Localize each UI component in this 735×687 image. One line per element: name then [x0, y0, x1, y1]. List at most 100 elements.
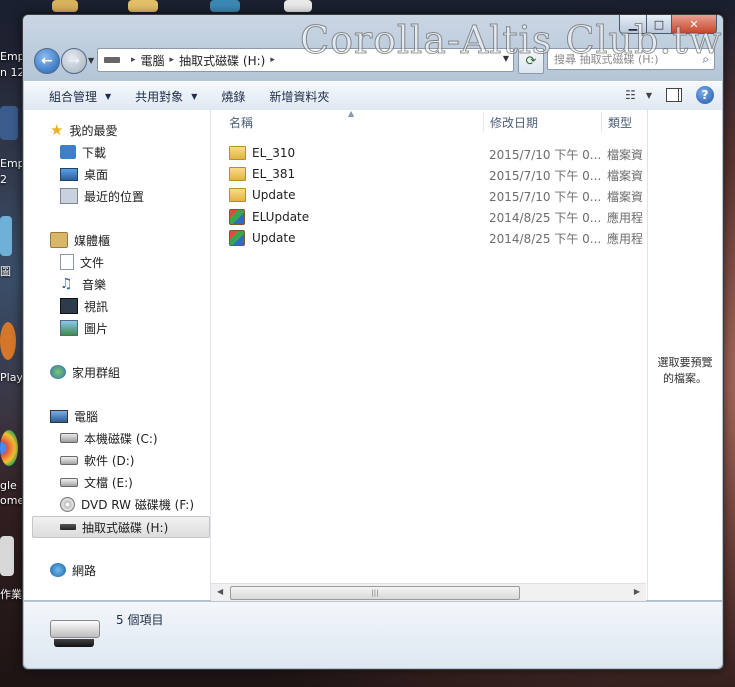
file-list: 名稱 ▲ 修改日期 類型 EL_310 2015/7/10 下午 0... 檔案… [211, 109, 646, 600]
close-button[interactable]: ✕ [672, 15, 717, 34]
desktop-label: 圖 [0, 265, 11, 278]
column-label: 名稱 [229, 115, 254, 130]
column-header-type[interactable]: 類型 [602, 110, 646, 134]
nav-network[interactable]: 網路 [50, 560, 96, 580]
desktop-icon[interactable] [0, 536, 14, 576]
dvd-drive-icon [60, 496, 75, 512]
toolbar-right: ☷ ▼ ? [625, 86, 714, 104]
desktop-icon[interactable] [0, 322, 16, 360]
desktop-icon[interactable] [128, 0, 158, 12]
nav-drive-e[interactable]: 文檔 (E:) [60, 472, 133, 492]
file-type: 檔案資 [607, 169, 644, 183]
nav-recent[interactable]: 最近的位置 [60, 186, 144, 206]
file-row[interactable]: EL_381 2015/7/10 下午 0... 檔案資 [211, 164, 646, 185]
file-row[interactable]: ELUpdate 2014/8/25 下午 0... 應用程 [211, 206, 646, 227]
chrome-icon[interactable] [0, 430, 18, 466]
file-date: 2015/7/10 下午 0... [489, 148, 602, 162]
chevron-down-icon: ▼ [645, 90, 652, 100]
scroll-left-icon[interactable]: ◀ [217, 587, 223, 596]
desktop-icon[interactable] [0, 106, 18, 140]
organize-menu[interactable]: 組合管理 ▼ [24, 82, 123, 110]
file-row[interactable]: Update 2014/8/25 下午 0... 應用程 [211, 227, 646, 248]
file-name: EL_381 [252, 167, 296, 181]
chevron-right-icon[interactable]: ▸ [170, 55, 175, 65]
file-name-cell: EL_310 [229, 146, 295, 160]
change-view-button[interactable]: ☷ ▼ [625, 88, 652, 102]
file-name-cell: Update [229, 230, 295, 246]
folder-icon [229, 167, 246, 181]
file-date: 2014/8/25 下午 0... [489, 232, 602, 246]
nav-desktop[interactable]: 桌面 [60, 164, 108, 184]
scrollbar-thumb[interactable]: ||| [230, 586, 520, 600]
nav-label: 文檔 (E:) [84, 475, 133, 490]
desktop-icon[interactable] [284, 0, 312, 12]
breadcrumb-computer[interactable]: 電腦 [141, 52, 165, 69]
nav-homegroup[interactable]: 家用群組 [50, 362, 120, 382]
nav-label: 電腦 [74, 409, 99, 424]
application-icon [229, 209, 245, 225]
desktop-icon[interactable] [210, 0, 240, 12]
preview-pane-toggle[interactable] [666, 88, 682, 102]
star-icon: ★ [50, 121, 64, 139]
breadcrumb-removable-drive[interactable]: 抽取式磁碟 (H:) [179, 52, 265, 69]
help-button[interactable]: ? [696, 86, 714, 104]
application-icon [229, 230, 245, 246]
desktop-icon [60, 167, 78, 181]
file-row[interactable]: EL_310 2015/7/10 下午 0... 檔案資 [211, 143, 646, 164]
navigation-bar: ← → ▼ ▸ 電腦 ▸ 抽取式磁碟 (H:) ▸ ▼ ⟳ 搜尋 抽取式磁碟 (… [31, 46, 715, 74]
search-input[interactable]: 搜尋 抽取式磁碟 (H:) ⌕ [547, 48, 715, 70]
address-bar[interactable]: ▸ 電腦 ▸ 抽取式磁碟 (H:) ▸ ▼ [97, 48, 514, 72]
hard-drive-icon [60, 455, 78, 465]
chevron-right-icon[interactable]: ▸ [131, 55, 136, 65]
chevron-down-icon: ▼ [105, 91, 112, 101]
share-menu[interactable]: 共用對象 ▼ [123, 82, 209, 110]
minimize-button[interactable]: ▁ [619, 15, 647, 34]
nav-label: 下載 [82, 145, 107, 160]
column-header-date[interactable]: 修改日期 [484, 110, 601, 134]
address-dropdown-icon[interactable]: ▼ [503, 54, 509, 63]
explorer-window: ▁ □ ✕ ← → ▼ ▸ 電腦 ▸ 抽取式磁碟 (H:) ▸ ▼ ⟳ 搜尋 抽… [22, 14, 724, 670]
desktop-label: ome [0, 494, 25, 507]
column-label: 類型 [608, 115, 633, 130]
nav-drive-d[interactable]: 軟件 (D:) [60, 450, 134, 470]
horizontal-scrollbar[interactable]: ◀ ||| ▶ [211, 583, 646, 601]
search-icon[interactable]: ⌕ [702, 52, 709, 67]
nav-videos[interactable]: 視訊 [60, 296, 108, 316]
file-name: ELUpdate [252, 210, 310, 224]
new-folder-button[interactable]: 新增資料夾 [257, 82, 341, 110]
back-button[interactable]: ← [34, 48, 60, 74]
scroll-right-icon[interactable]: ▶ [634, 587, 640, 596]
nav-drive-f[interactable]: DVD RW 磁碟機 (F:) [60, 494, 194, 514]
file-date: 2014/8/25 下午 0... [489, 211, 602, 225]
download-folder-icon [60, 145, 76, 159]
nav-drive-h[interactable]: 抽取式磁碟 (H:) [32, 516, 210, 538]
desktop-icon[interactable] [0, 216, 12, 256]
nav-drive-c[interactable]: 本機磁碟 (C:) [60, 428, 158, 448]
file-name: Update [252, 231, 296, 245]
nav-label: 最近的位置 [84, 189, 145, 204]
recent-pages-dropdown[interactable]: ▼ [88, 56, 94, 65]
preview-message: 選取要預覽 的檔案。 [648, 355, 722, 387]
maximize-button[interactable]: □ [647, 15, 672, 34]
folder-icon [229, 188, 246, 202]
refresh-button[interactable]: ⟳ [518, 48, 544, 74]
nav-downloads[interactable]: 下載 [60, 142, 106, 162]
nav-favorites[interactable]: ★ 我的最愛 [50, 120, 117, 140]
chevron-right-icon[interactable]: ▸ [270, 55, 275, 65]
computer-icon [50, 409, 68, 423]
video-icon [60, 298, 78, 314]
forward-button[interactable]: → [61, 48, 87, 74]
nav-music[interactable]: ♫ 音樂 [60, 274, 106, 294]
burn-button[interactable]: 燒錄 [209, 82, 257, 110]
usb-drive-icon [50, 620, 100, 647]
close-icon: ✕ [689, 17, 699, 31]
document-icon [60, 254, 74, 270]
picture-icon [60, 320, 78, 336]
desktop-icon[interactable] [52, 0, 78, 12]
nav-documents[interactable]: 文件 [60, 252, 104, 272]
nav-computer[interactable]: 電腦 [50, 406, 98, 426]
file-row[interactable]: Update 2015/7/10 下午 0... 檔案資 [211, 185, 646, 206]
nav-pictures[interactable]: 圖片 [60, 318, 108, 338]
library-icon [50, 232, 68, 248]
nav-libraries[interactable]: 媒體櫃 [50, 230, 110, 250]
